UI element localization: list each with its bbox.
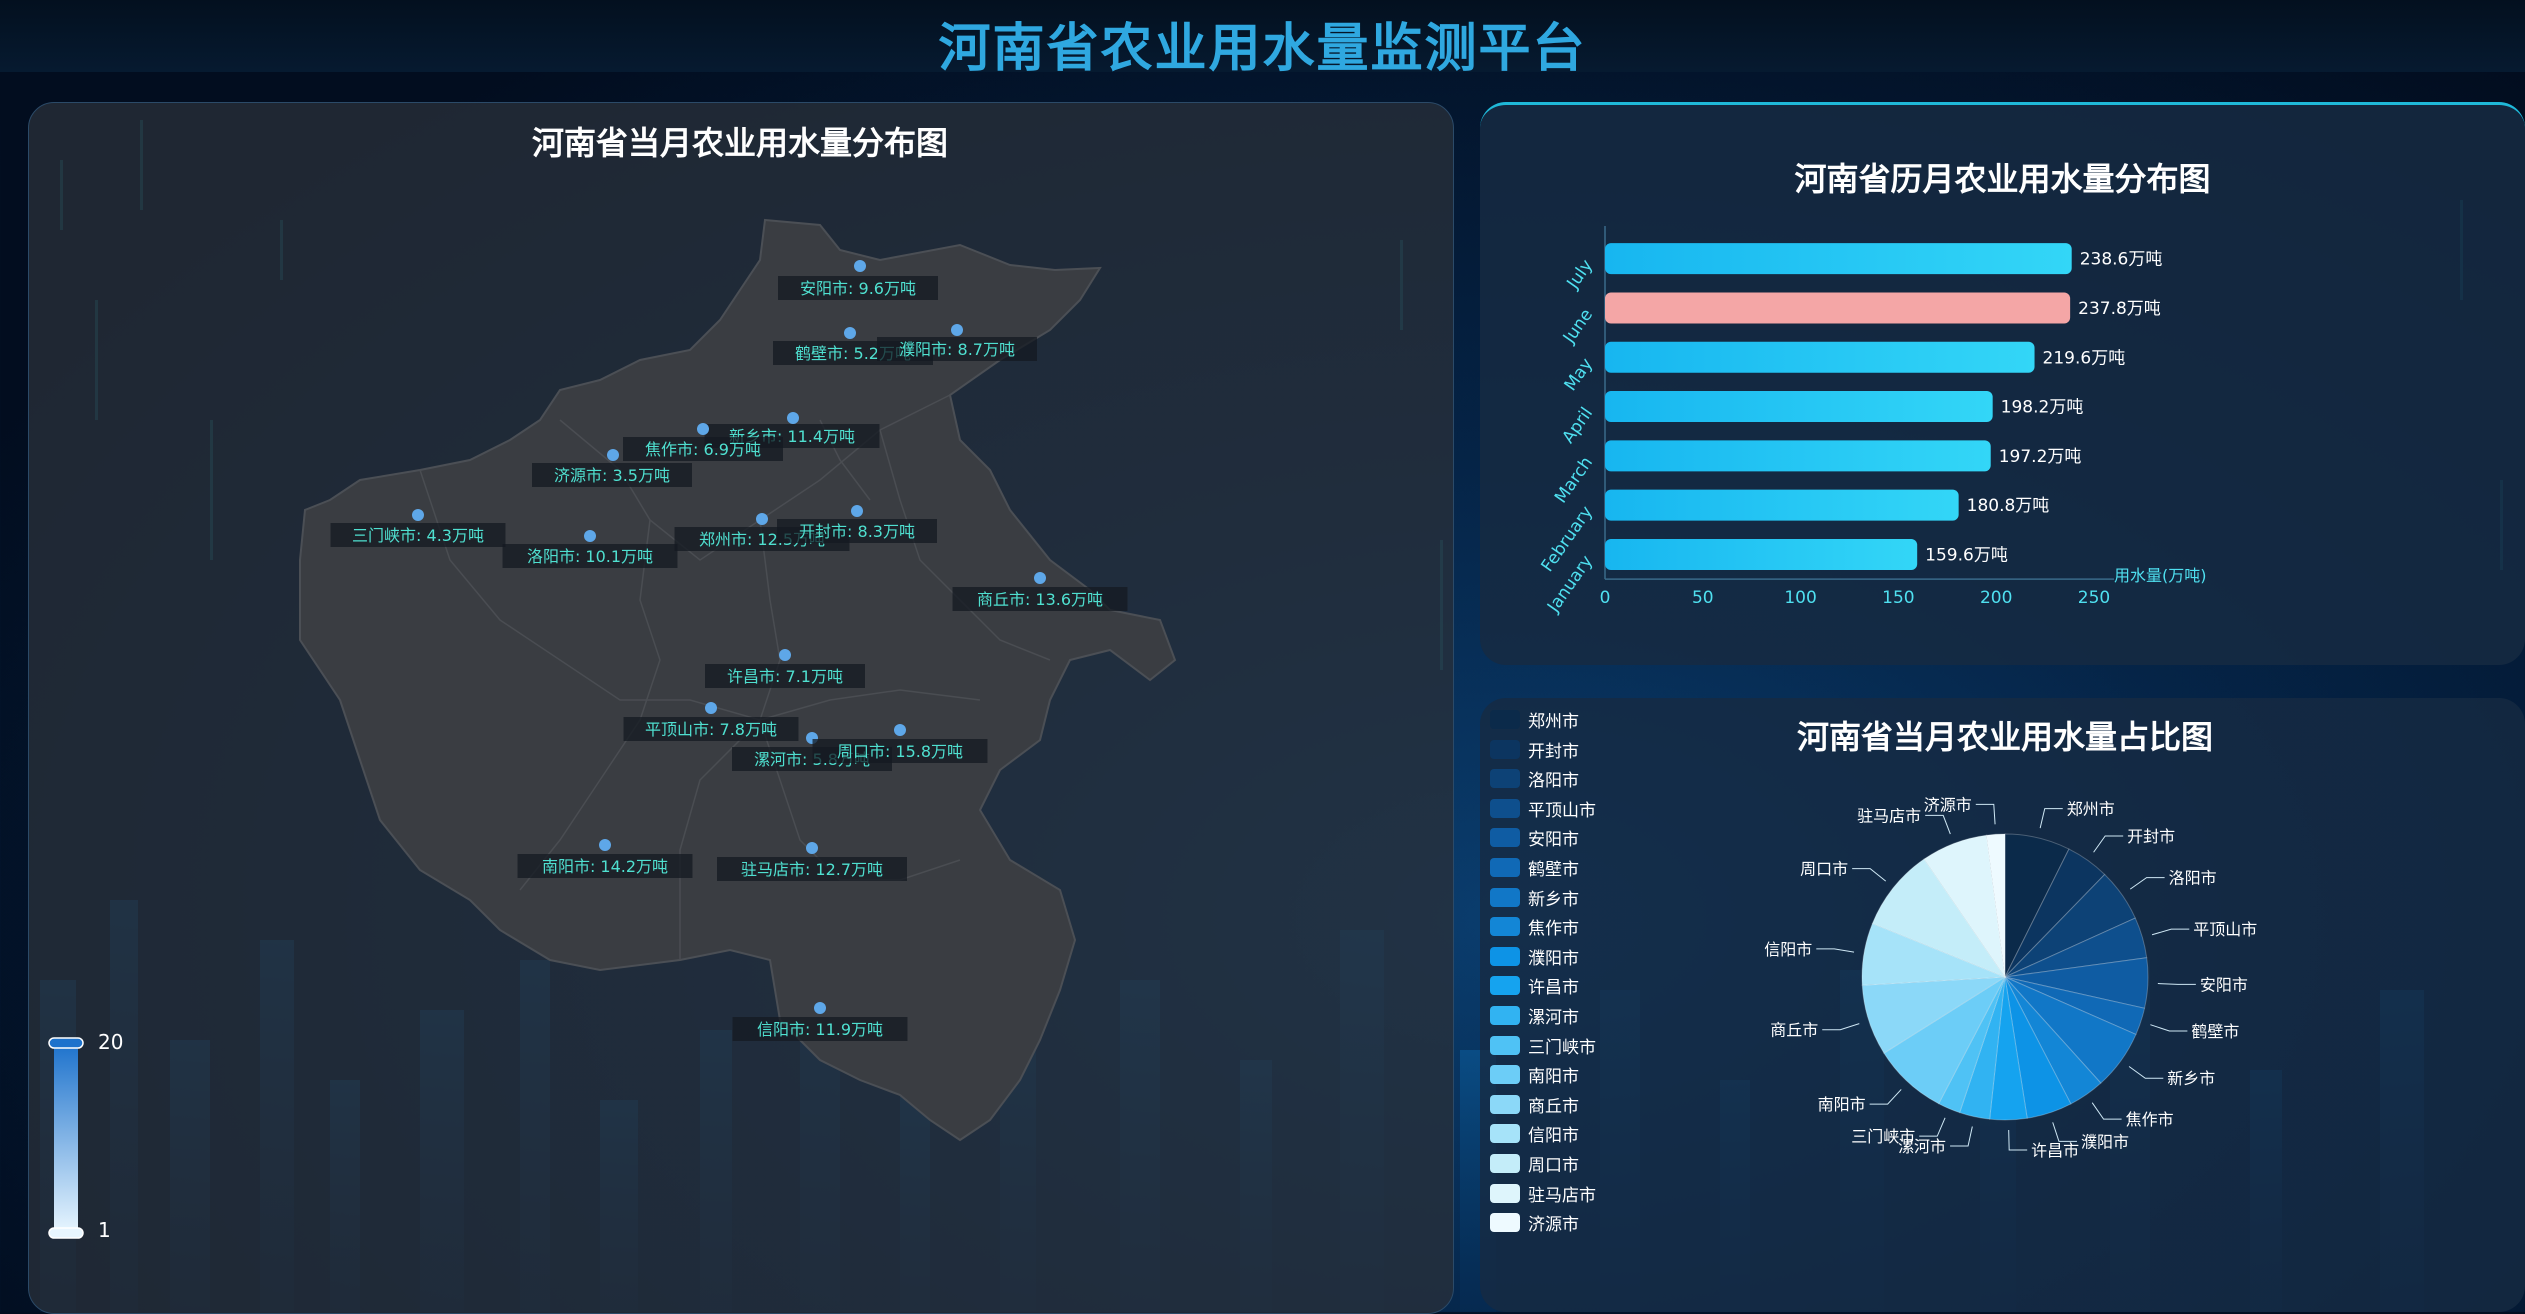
pie-leader-line	[1950, 1126, 1973, 1147]
pie-slice-label: 驻马店市	[1857, 806, 1921, 825]
pie-slice-label: 平顶山市	[2193, 920, 2257, 939]
pie-leader-line	[2150, 1024, 2188, 1032]
pie-leader-line	[1975, 803, 1996, 825]
share-pie-chart: 郑州市开封市洛阳市平顶山市安阳市鹤壁市新乡市焦作市濮阳市许昌市漯河市三门峡市南阳…	[1764, 795, 2257, 1160]
pie-slice-label: 濮阳市	[2081, 1132, 2129, 1151]
pie-slice-label: 信阳市	[1764, 940, 1812, 959]
pie-slice-label: 焦作市	[2126, 1110, 2174, 1129]
pie-slice-label: 郑州市	[2067, 800, 2115, 819]
pie-slice-label: 济源市	[1924, 795, 1972, 814]
pie-slice-label: 洛阳市	[2169, 869, 2217, 888]
pie-slice-label: 开封市	[2127, 827, 2175, 846]
pie-slice-label: 鹤壁市	[2191, 1022, 2239, 1041]
pie-leader-line	[1919, 1117, 1946, 1137]
pie-leader-line	[2129, 877, 2165, 890]
pie-slice-label: 安阳市	[2200, 975, 2248, 994]
pie-leader-line	[1816, 948, 1855, 953]
pie-leader-line	[2128, 1066, 2164, 1079]
pie-leader-line	[2093, 835, 2124, 853]
pie-leader-line	[2157, 983, 2196, 985]
pie-leader-line	[2151, 928, 2190, 936]
pie-slice-label: 商丘市	[1770, 1021, 1818, 1040]
pie-slice-label: 许昌市	[2031, 1141, 2079, 1160]
pie-slice-label: 三门峡市	[1851, 1127, 1915, 1146]
pie-leader-line	[1925, 814, 1951, 835]
pie-leader-line	[2091, 1102, 2122, 1120]
pie-leader-line	[1852, 868, 1887, 882]
pie-leader-line	[2039, 808, 2063, 829]
pie-leader-line	[2052, 1122, 2077, 1142]
pie-slice-label: 新乡市	[2167, 1069, 2215, 1088]
pie-leader-line	[1869, 1089, 1902, 1105]
pie-leader-line	[2008, 1129, 2028, 1151]
pie-slice-label: 南阳市	[1818, 1095, 1866, 1114]
pie-slice-label: 周口市	[1800, 860, 1848, 879]
pie-leader-line	[1822, 1023, 1860, 1031]
